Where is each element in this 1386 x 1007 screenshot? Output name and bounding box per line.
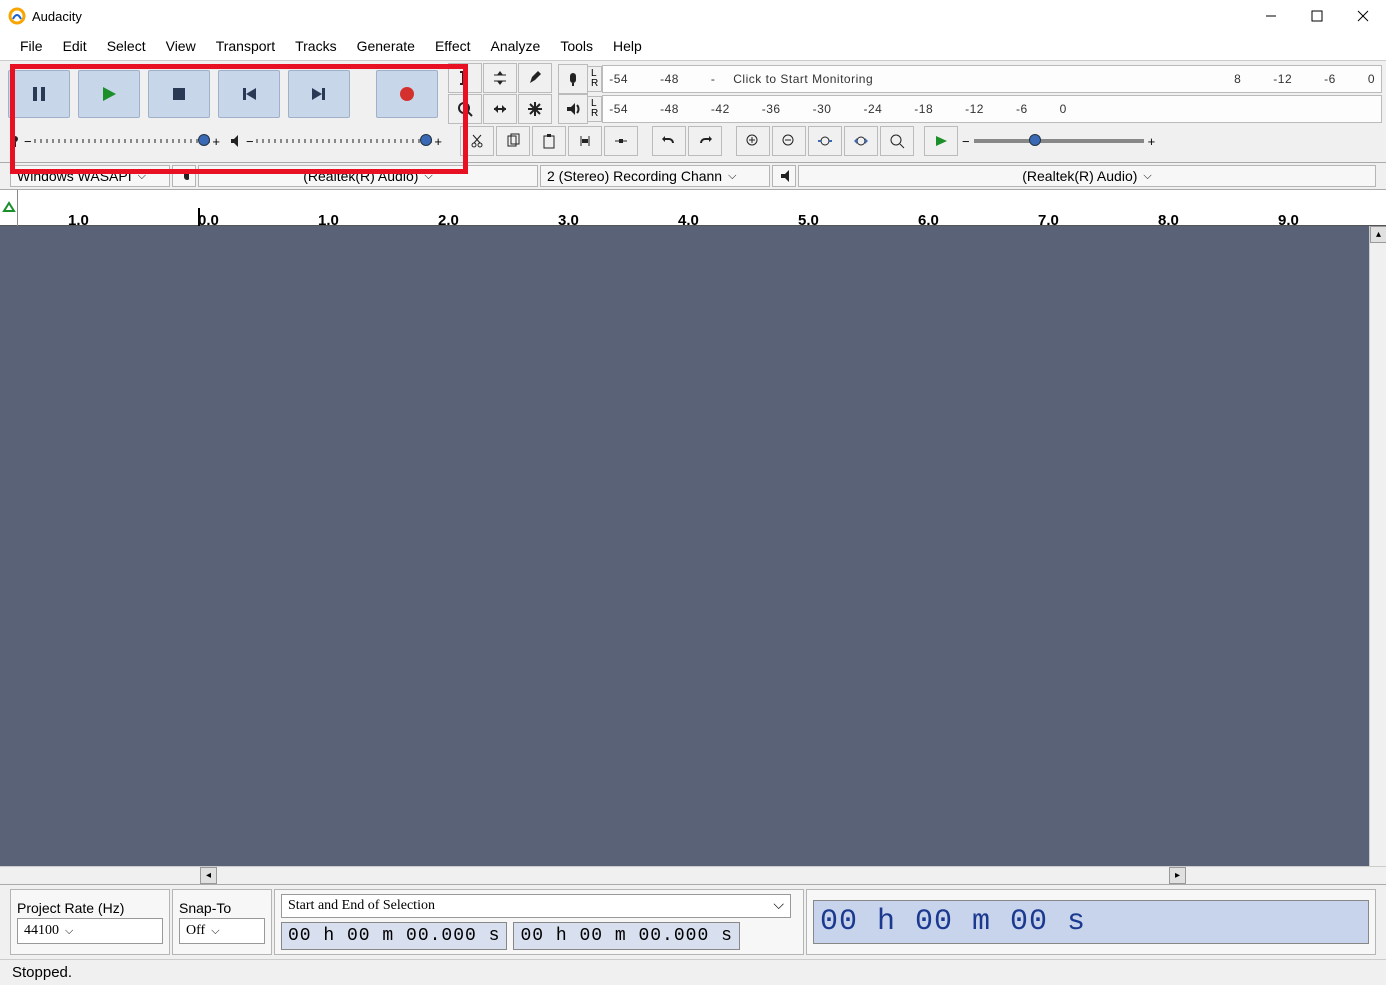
copy-button[interactable] [496,126,530,156]
playback-speed-slider[interactable] [974,139,1144,143]
record-button[interactable] [376,70,438,118]
title-bar: Audacity [0,0,1386,32]
menu-bar: File Edit Select View Transport Tracks G… [0,32,1386,60]
monitoring-hint[interactable]: Click to Start Monitoring [733,72,873,86]
record-channels-select[interactable]: 2 (Stereo) Recording Chann [540,165,770,187]
mic-icon [8,134,22,148]
menu-help[interactable]: Help [603,34,652,58]
playback-volume-slider[interactable]: − + [226,134,446,149]
draw-tool[interactable] [518,63,552,93]
selection-end-field[interactable]: 00 h 00 m 00.000 s [513,922,739,950]
playback-meter-icon[interactable] [558,94,588,124]
zoom-in-button[interactable] [736,126,770,156]
scroll-left-arrow[interactable]: ◂ [200,867,217,884]
play-at-speed-toolbar: − + [924,126,1155,156]
vertical-scrollbar[interactable]: ▴ [1369,226,1386,866]
zoom-tool[interactable] [448,94,482,124]
record-volume-slider[interactable]: − + [4,134,224,149]
menu-analyze[interactable]: Analyze [481,34,551,58]
pause-button[interactable] [8,70,70,118]
stop-button[interactable] [148,70,210,118]
track-area[interactable] [0,226,1386,866]
multi-tool[interactable] [518,94,552,124]
record-device-icon [172,165,196,187]
edit-toolbar [460,126,638,156]
playback-device-icon [772,165,796,187]
menu-effect[interactable]: Effect [425,34,481,58]
menu-tools[interactable]: Tools [550,34,603,58]
maximize-button[interactable] [1294,0,1340,32]
minimize-button[interactable] [1248,0,1294,32]
record-meter[interactable]: -54 -48 - Click to Start Monitoring 8 -1… [602,65,1382,93]
zoom-out-button[interactable] [772,126,806,156]
scroll-right-arrow[interactable]: ▸ [1169,867,1186,884]
scroll-up-arrow[interactable]: ▴ [1370,226,1386,243]
timeline-ruler[interactable]: 1.0 0.0 1.0 2.0 3.0 4.0 5.0 6.0 7.0 8.0 … [0,190,1386,226]
selection-tool[interactable] [448,63,482,93]
close-button[interactable] [1340,0,1386,32]
trim-button[interactable] [568,126,602,156]
selection-mode-select[interactable]: Start and End of Selection [281,894,791,918]
menu-generate[interactable]: Generate [347,34,425,58]
status-bar: Stopped. [0,959,1386,985]
snap-to-select[interactable]: Off [179,918,265,944]
device-toolbar: Windows WASAPI (Realtek(R) Audio) 2 (Ste… [0,163,1386,190]
redo-button[interactable] [688,126,722,156]
menu-select[interactable]: Select [97,34,156,58]
selection-start-field[interactable]: 00 h 00 m 00.000 s [281,922,507,950]
record-device-select[interactable]: (Realtek(R) Audio) [198,165,538,187]
menu-file[interactable]: File [10,34,53,58]
snap-to-label: Snap-To [179,900,265,916]
playback-device-select[interactable]: (Realtek(R) Audio) [798,165,1376,187]
paste-button[interactable] [532,126,566,156]
cut-button[interactable] [460,126,494,156]
undo-button[interactable] [652,126,686,156]
transport-toolbar [4,66,442,122]
app-title: Audacity [32,9,82,24]
fit-selection-button[interactable] [808,126,842,156]
selection-toolbar: Project Rate (Hz) 44100 Snap-To Off Star… [0,884,1386,959]
horizontal-scrollbar[interactable]: ◂ ▸ [0,866,1386,884]
record-meter-lr: LR [588,66,602,92]
play-at-speed-button[interactable] [924,126,958,156]
menu-tracks[interactable]: Tracks [285,34,346,58]
status-text: Stopped. [12,964,72,981]
playback-meter-lr: LR [588,96,602,122]
app-icon [8,7,26,25]
fit-project-button[interactable] [844,126,878,156]
timeshift-tool[interactable] [483,94,517,124]
timeline-pin-icon[interactable] [0,190,18,226]
project-rate-label: Project Rate (Hz) [17,900,163,916]
audio-host-select[interactable]: Windows WASAPI [10,165,170,187]
menu-edit[interactable]: Edit [53,34,97,58]
playback-meter[interactable]: -54 -48 -42 -36 -30 -24 -18 -12 -6 0 [602,95,1382,123]
menu-view[interactable]: View [156,34,206,58]
audio-position-field[interactable]: 00 h 00 m 00 s [813,900,1369,944]
project-rate-select[interactable]: 44100 [17,918,163,944]
zoom-toggle-button[interactable] [880,126,914,156]
menu-transport[interactable]: Transport [206,34,285,58]
tools-toolbar [448,63,552,124]
skip-end-button[interactable] [288,70,350,118]
skip-start-button[interactable] [218,70,280,118]
play-button[interactable] [78,70,140,118]
envelope-tool[interactable] [483,63,517,93]
toolbar-area: LR -54 -48 - Click to Start Monitoring 8… [0,60,1386,163]
record-meter-icon[interactable] [558,64,588,94]
silence-button[interactable] [604,126,638,156]
speaker-icon [230,134,244,148]
